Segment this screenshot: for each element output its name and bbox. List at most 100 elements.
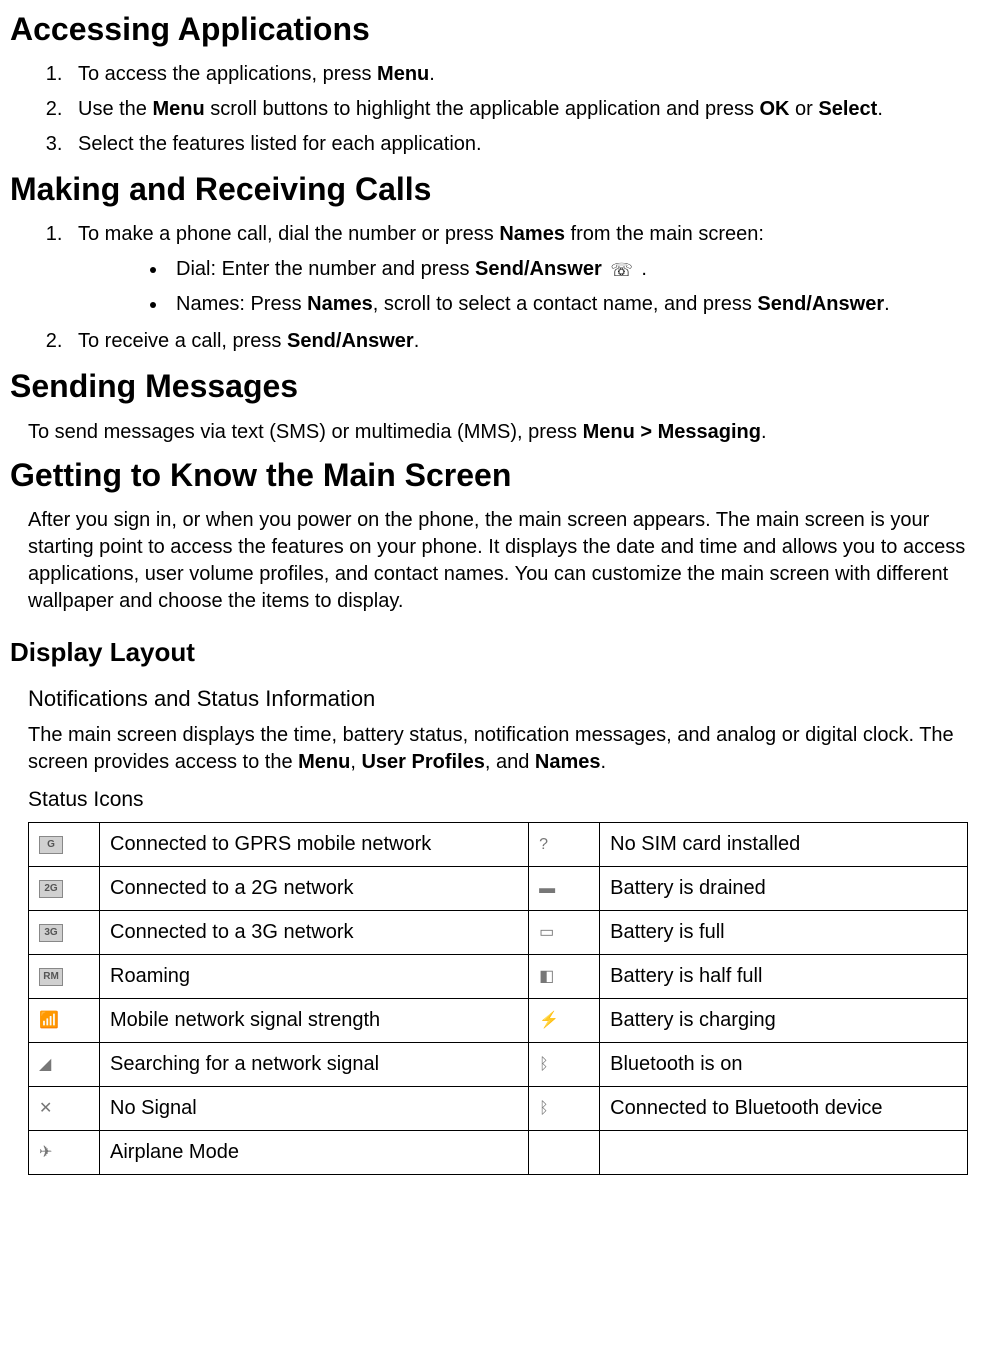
status-icon: 📶: [39, 1010, 59, 1032]
send-answer-label: Send/Answer: [475, 258, 602, 280]
text: To access the applications, press: [78, 63, 377, 85]
status-icon: ⚡: [539, 1010, 559, 1032]
list-item: Use the Menu scroll buttons to highlight…: [68, 96, 979, 123]
text: To make a phone call, dial the number or…: [78, 223, 499, 245]
list-item: Select the features listed for each appl…: [68, 131, 979, 158]
names-label: Names: [535, 751, 601, 773]
table-row: ✕No SignalᛒConnected to Bluetooth device: [29, 1086, 968, 1130]
heading-accessing-applications: Accessing Applications: [10, 8, 979, 51]
status-icon-description: Battery is drained: [600, 866, 968, 910]
heading-making-receiving-calls: Making and Receiving Calls: [10, 168, 979, 211]
menu-label: Menu: [377, 63, 429, 85]
table-row: GConnected to GPRS mobile network? No SIM…: [29, 822, 968, 866]
status-icon-cell: ◧: [529, 954, 600, 998]
heading-main-screen: Getting to Know the Main Screen: [10, 454, 979, 497]
status-icon: ▬: [539, 878, 555, 900]
status-icon-cell: RM: [29, 954, 100, 998]
menu-label: Menu: [152, 98, 204, 120]
text: scroll buttons to highlight the applicab…: [205, 98, 760, 120]
text: .: [414, 330, 420, 352]
status-icon: RM: [39, 968, 63, 986]
status-icon-description: Bluetooth is on: [600, 1042, 968, 1086]
names-label: Names: [307, 293, 373, 315]
text: , scroll to select a contact name, and p…: [373, 293, 758, 315]
list-item: To receive a call, press Send/Answer.: [68, 328, 979, 355]
table-row: RM Roaming ◧ Battery is half full: [29, 954, 968, 998]
status-icon: ▭: [539, 922, 554, 944]
heading-sending-messages: Sending Messages: [10, 365, 979, 408]
status-icon-cell: G: [29, 822, 100, 866]
status-icon-cell: ◢: [29, 1042, 100, 1086]
text: .: [884, 293, 890, 315]
send-answer-label: Send/Answer: [287, 330, 414, 352]
status-icon-cell: 3G: [29, 910, 100, 954]
status-icon: 2G: [39, 880, 63, 898]
status-icon-description: Connected to GPRS mobile network: [100, 822, 529, 866]
text: Select the features listed for each appl…: [78, 133, 482, 155]
text: .: [761, 421, 767, 443]
ok-label: OK: [760, 98, 790, 120]
table-row: ✈ Airplane Mode: [29, 1130, 968, 1174]
text: Dial: Enter the number and press: [176, 258, 475, 280]
text: , and: [485, 751, 535, 773]
text: ,: [350, 751, 361, 773]
text: To receive a call, press: [78, 330, 287, 352]
status-icon-cell: ▬: [529, 866, 600, 910]
display-layout-para: The main screen displays the time, batte…: [28, 722, 979, 776]
status-icon-cell: ᛒ: [529, 1042, 600, 1086]
status-icon-description: No Signal: [100, 1086, 529, 1130]
status-icon: ᛒ: [539, 1054, 549, 1076]
text: To send messages via text (SMS) or multi…: [28, 421, 583, 443]
status-icon-description: Battery is half full: [600, 954, 968, 998]
status-icon: ◧: [539, 966, 554, 988]
status-icon: ✈: [39, 1142, 52, 1164]
status-icon-cell: ᛒ: [529, 1086, 600, 1130]
text: or: [790, 98, 819, 120]
subheading-notifications-status: Notifications and Status Information: [28, 684, 979, 714]
phone-icon: ☏: [610, 258, 633, 282]
status-icon-description: Roaming: [100, 954, 529, 998]
status-icon: ✕: [39, 1098, 52, 1120]
status-icon: ?: [539, 834, 548, 856]
table-row: ◢Searching for a network signal ᛒ Bluetoot…: [29, 1042, 968, 1086]
table-row: 📶 Mobile network signal strength ⚡ Battery …: [29, 998, 968, 1042]
status-icon-description: Airplane Mode: [100, 1130, 529, 1174]
calls-list: To make a phone call, dial the number or…: [38, 221, 979, 355]
status-icon-description: [600, 1130, 968, 1174]
select-label: Select: [818, 98, 877, 120]
user-profiles-label: User Profiles: [361, 751, 484, 773]
table-row: 3G Connected to a 3G network ▭ Battery is f…: [29, 910, 968, 954]
text: .: [429, 63, 435, 85]
list-item: To access the applications, press Menu.: [68, 61, 979, 88]
status-icon-cell: ?: [529, 822, 600, 866]
status-icon-cell: ✕: [29, 1086, 100, 1130]
text: .: [601, 751, 607, 773]
heading-display-layout: Display Layout: [10, 635, 979, 670]
text: Use the: [78, 98, 152, 120]
accessing-applications-list: To access the applications, press Menu. …: [38, 61, 979, 158]
status-icon-description: No SIM card installed: [600, 822, 968, 866]
list-item: Dial: Enter the number and press Send/An…: [168, 256, 979, 283]
status-icon-description: Mobile network signal strength: [100, 998, 529, 1042]
text: from the main screen:: [565, 223, 764, 245]
status-icon-description: Battery is full: [600, 910, 968, 954]
status-icon-cell: 📶: [29, 998, 100, 1042]
status-icon-description: Connected to a 3G network: [100, 910, 529, 954]
status-icon: ᛒ: [539, 1098, 549, 1120]
subheading-status-icons: Status Icons: [28, 786, 979, 814]
calls-sublist: Dial: Enter the number and press Send/An…: [138, 256, 979, 318]
table-row: 2G Connected to a 2G network ▬ Battery is d…: [29, 866, 968, 910]
menu-label: Menu: [298, 751, 350, 773]
menu-messaging-label: Menu > Messaging: [583, 421, 761, 443]
status-icon-description: Searching for a network signal: [100, 1042, 529, 1086]
main-screen-para: After you sign in, or when you power on …: [28, 507, 979, 615]
status-icons-table: GConnected to GPRS mobile network? No SIM…: [28, 822, 968, 1175]
status-icon: 3G: [39, 924, 63, 942]
status-icon-cell: 2G: [29, 866, 100, 910]
status-icon-description: Battery is charging: [600, 998, 968, 1042]
send-answer-label: Send/Answer: [757, 293, 884, 315]
list-item: Names: Press Names, scroll to select a c…: [168, 291, 979, 318]
status-icon-cell: ⚡: [529, 998, 600, 1042]
status-icon-cell: [529, 1130, 600, 1174]
status-icon-description: Connected to a 2G network: [100, 866, 529, 910]
